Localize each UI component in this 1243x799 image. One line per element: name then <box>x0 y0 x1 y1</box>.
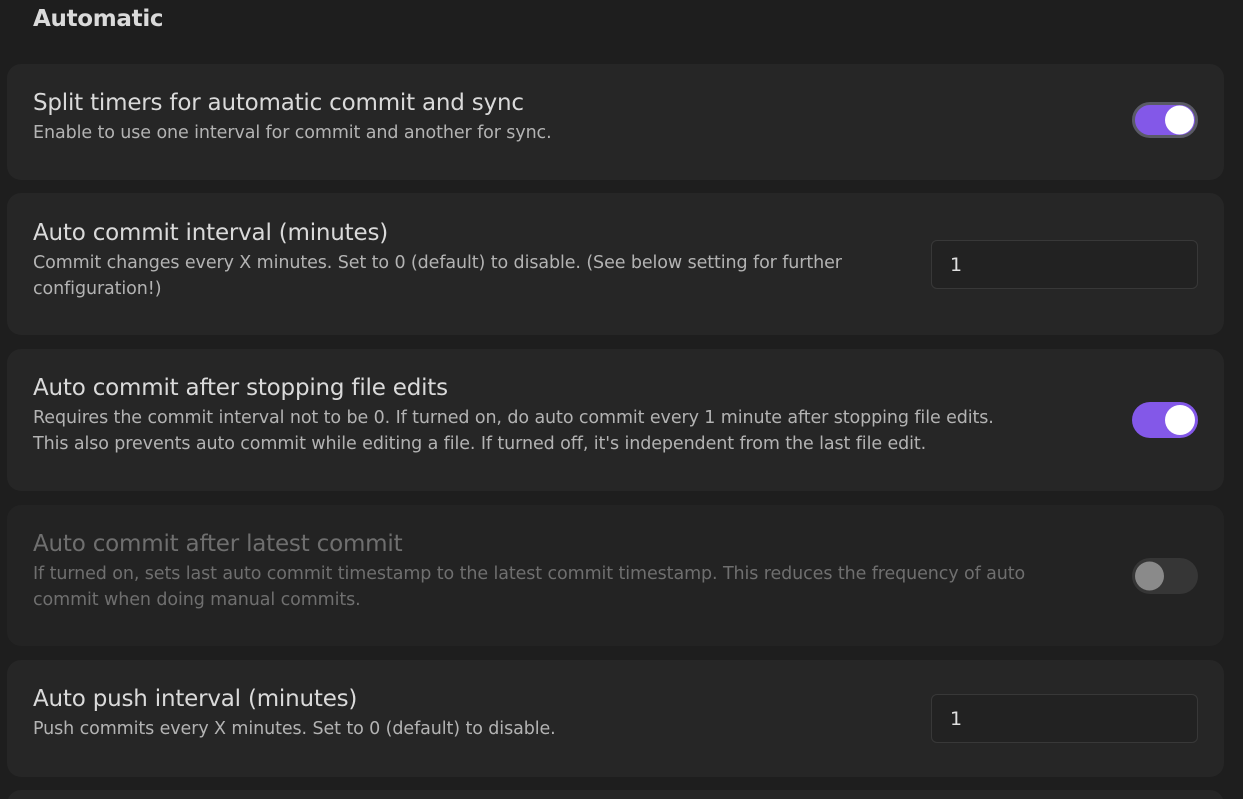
description-line: Commit changes every X minutes. Set to 0… <box>33 253 842 273</box>
setting-title: Auto commit after latest commit <box>33 531 403 557</box>
setting-split-timers: Split timers for automatic commit and sy… <box>7 64 1224 180</box>
description-line: Requires the commit interval not to be 0… <box>33 408 994 428</box>
setting-info: Auto commit interval (minutes) Commit ch… <box>33 220 842 302</box>
toggle-knob <box>1165 405 1195 435</box>
toggle-knob <box>1135 561 1164 591</box>
setting-next-card <box>7 790 1224 799</box>
split-timers-toggle[interactable] <box>1132 102 1198 138</box>
auto-commit-after-latest-toggle[interactable] <box>1132 558 1198 594</box>
section-heading: Automatic <box>33 6 164 32</box>
setting-description: Requires the commit interval not to be 0… <box>33 405 994 457</box>
setting-title: Auto commit after stopping file edits <box>33 375 448 401</box>
description-line: commit when doing manual commits. <box>33 590 361 610</box>
setting-description: Commit changes every X minutes. Set to 0… <box>33 250 842 302</box>
description-line: This also prevents auto commit while edi… <box>33 434 927 454</box>
setting-description: Push commits every X minutes. Set to 0 (… <box>33 719 556 739</box>
setting-info: Split timers for automatic commit and sy… <box>33 90 552 146</box>
auto-commit-interval-input[interactable] <box>931 240 1198 289</box>
auto-push-interval-input[interactable] <box>931 694 1198 743</box>
setting-auto-commit-after-edits: Auto commit after stopping file edits Re… <box>7 349 1224 491</box>
setting-description: If turned on, sets last auto commit time… <box>33 561 1025 613</box>
setting-info: Auto commit after latest commit If turne… <box>33 531 1025 613</box>
settings-page: Automatic Split timers for automatic com… <box>0 0 1243 799</box>
description-line: If turned on, sets last auto commit time… <box>33 564 1026 584</box>
setting-description: Enable to use one interval for commit an… <box>33 123 552 143</box>
setting-info: Auto commit after stopping file edits Re… <box>33 375 994 457</box>
setting-title: Split timers for automatic commit and sy… <box>33 90 524 116</box>
setting-auto-commit-after-latest: Auto commit after latest commit If turne… <box>7 505 1224 646</box>
auto-commit-after-edits-toggle[interactable] <box>1132 402 1198 438</box>
setting-title: Auto push interval (minutes) <box>33 686 358 712</box>
setting-info: Auto push interval (minutes) Push commit… <box>33 686 556 742</box>
setting-title: Auto commit interval (minutes) <box>33 220 389 246</box>
setting-auto-push-interval: Auto push interval (minutes) Push commit… <box>7 660 1224 777</box>
toggle-knob <box>1165 105 1194 135</box>
description-line: configuration!) <box>33 279 162 299</box>
setting-auto-commit-interval: Auto commit interval (minutes) Commit ch… <box>7 193 1224 335</box>
